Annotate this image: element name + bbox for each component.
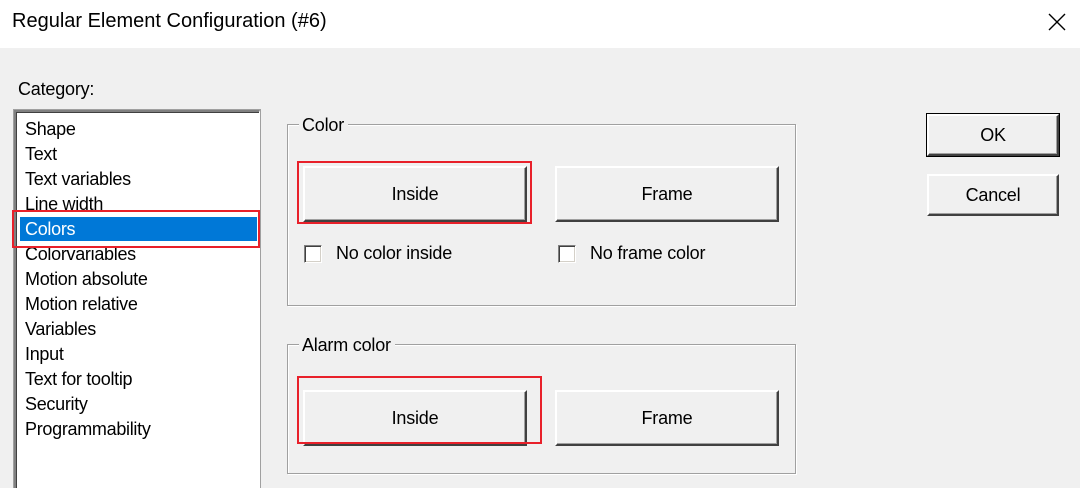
list-item-shape[interactable]: Shape xyxy=(23,117,76,141)
no-frame-color-checkbox-row[interactable]: No frame color xyxy=(558,243,705,264)
no-color-inside-label: No color inside xyxy=(336,243,453,263)
no-frame-color-checkbox[interactable] xyxy=(558,244,576,263)
dialog: Regular Element Configuration (#6) Categ… xyxy=(0,0,1080,488)
category-listbox[interactable]: Shape Text Text variables Line width Col… xyxy=(13,109,261,488)
close-icon xyxy=(1048,13,1066,31)
list-item-colorvariables[interactable]: Colorvariables xyxy=(23,242,136,266)
cancel-button[interactable]: Cancel xyxy=(927,174,1059,216)
category-label: Category: xyxy=(18,79,95,99)
window-title: Regular Element Configuration (#6) xyxy=(12,10,327,32)
category-list: Shape Text Text variables Line width Col… xyxy=(16,112,259,488)
list-item-security[interactable]: Security xyxy=(23,392,88,416)
color-inside-button[interactable]: Inside xyxy=(303,166,527,222)
list-item-text[interactable]: Text xyxy=(23,142,57,166)
alarm-color-group-legend: Alarm color xyxy=(299,334,395,356)
list-item-motion-relative[interactable]: Motion relative xyxy=(23,292,138,316)
list-item-programmability[interactable]: Programmability xyxy=(23,417,151,441)
title-bar: Regular Element Configuration (#6) xyxy=(0,0,1080,48)
no-frame-color-label: No frame color xyxy=(590,243,706,263)
list-item-text-variables[interactable]: Text variables xyxy=(23,167,131,191)
list-item-colors[interactable]: Colors xyxy=(20,217,257,241)
list-item-line-width[interactable]: Line width xyxy=(23,192,103,216)
color-frame-button[interactable]: Frame xyxy=(555,166,779,222)
no-color-inside-checkbox-row[interactable]: No color inside xyxy=(304,243,452,264)
ok-button[interactable]: OK xyxy=(926,113,1060,157)
alarm-frame-button[interactable]: Frame xyxy=(555,390,779,446)
list-item-input[interactable]: Input xyxy=(23,342,64,366)
color-group-legend: Color xyxy=(299,114,349,136)
alarm-inside-button[interactable]: Inside xyxy=(303,390,527,446)
list-item-motion-absolute[interactable]: Motion absolute xyxy=(23,267,148,291)
close-button[interactable] xyxy=(1034,0,1080,44)
list-item-text-for-tooltip[interactable]: Text for tooltip xyxy=(23,367,133,391)
list-item-variables[interactable]: Variables xyxy=(23,317,96,341)
no-color-inside-checkbox[interactable] xyxy=(304,244,322,263)
